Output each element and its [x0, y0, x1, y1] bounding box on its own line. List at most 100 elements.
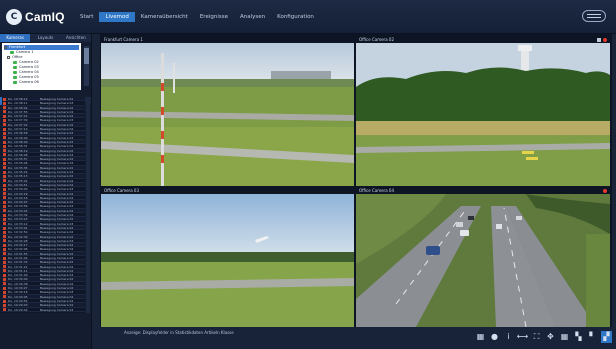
camera-icon [13, 71, 17, 74]
folder-icon [4, 46, 7, 49]
grid-icon[interactable]: ▦ [475, 331, 486, 343]
menu-item-kameraübersicht[interactable]: Kameraübersicht [135, 12, 194, 22]
logo-mark-icon: C [6, 9, 22, 25]
alarm-flag-icon [3, 278, 6, 282]
tab-kameras[interactable]: Kameras [0, 34, 31, 42]
event-time: Do, 10:33:34 [8, 213, 28, 218]
event-name: Bewegung Camera 03 [40, 152, 74, 157]
tab-layouts[interactable]: Layouts [30, 34, 61, 42]
camera-title: Office Camera 02 [356, 37, 610, 43]
quad-view-icon[interactable]: ▞ [601, 331, 612, 343]
event-name: Bewegung Camera 02 [40, 208, 74, 213]
main-menu: Start Livemod Kameraübersicht Ereignisse Ana… [74, 12, 320, 22]
camera-icon [13, 61, 17, 64]
event-time: Do, 10:30:05 [8, 294, 28, 299]
camera-view-3[interactable]: Office Camera 03 [101, 188, 354, 327]
tree-scrollbar-thumb[interactable] [84, 48, 89, 64]
single-view-icon[interactable]: ▘ [587, 331, 598, 343]
tab-ansichten[interactable]: Ansichten [60, 34, 91, 42]
top-bar: C CamIQ Start Livemod Kameraübersicht Ereig… [0, 0, 616, 34]
camera-view-4[interactable]: Office Camera 04 [356, 188, 610, 327]
event-list-scrollbar[interactable] [86, 97, 90, 313]
alarm-flag-icon [3, 123, 6, 127]
fullscreen-icon[interactable]: ⛶ [531, 331, 542, 343]
split-icon[interactable]: ▚ [573, 331, 584, 343]
event-time: Do, 10:33:45 [8, 208, 28, 213]
event-time: Do, 10:32:06 [8, 247, 28, 252]
tree-item[interactable]: Camera 06 [4, 80, 79, 85]
menu-item-start[interactable]: Start [74, 12, 99, 22]
alarm-flag-icon [3, 170, 6, 174]
event-name: Bewegung Camera 02 [40, 243, 74, 248]
alarm-flag-icon [3, 273, 6, 277]
event-time: Do, 10:32:39 [8, 234, 28, 239]
event-name: Bewegung Camera 02 [40, 294, 74, 299]
menu-item-ereignisse[interactable]: Ereignisse [194, 12, 234, 22]
event-row[interactable]: Do, 10:29:32 Bewegung Camera 03 [2, 308, 85, 312]
camera-view-2[interactable]: Office Camera 02 [356, 37, 610, 186]
record-icon[interactable]: ● [489, 331, 500, 343]
info-icon[interactable]: i [503, 331, 514, 343]
event-name: Bewegung Camera 04 [40, 213, 74, 218]
alarm-flag-icon [3, 192, 6, 196]
layout-icon[interactable]: ▦ [559, 331, 570, 343]
alarm-flag-icon [3, 299, 6, 303]
event-time: Do, 10:31:11 [8, 268, 28, 273]
alarm-flag-icon [3, 174, 6, 178]
event-name: Bewegung Camera 02 [40, 277, 74, 282]
alarm-flag-icon [3, 256, 6, 260]
event-name: Bewegung Camera 02 [40, 148, 74, 153]
event-name: Bewegung Camera 02 [40, 260, 74, 265]
event-list[interactable]: Do, 10:38:14 Bewegung Camera 02 Do, 10:38:… [2, 97, 85, 313]
alarm-icon[interactable] [603, 189, 607, 193]
camera-icon [13, 66, 17, 69]
menu-item-livemod[interactable]: Livemod [99, 12, 135, 22]
event-time: Do, 10:35:46 [8, 161, 28, 166]
event-time: Do, 10:30:38 [8, 281, 28, 286]
camera-icon [13, 81, 17, 84]
event-time: Do, 10:29:54 [8, 298, 28, 303]
alarm-flag-icon [3, 226, 6, 230]
timeline-icon[interactable]: ⟷ [517, 331, 528, 343]
camera-3-image [101, 194, 354, 327]
camera-view-1[interactable]: Frankfurt Camera 1 [101, 37, 354, 186]
event-name: Bewegung Camera 04 [40, 127, 74, 132]
alarm-flag-icon [3, 308, 6, 312]
menu-item-konfiguration[interactable]: Konfiguration [271, 12, 320, 22]
ptz-icon[interactable]: ✥ [545, 331, 556, 343]
alarm-flag-icon [3, 162, 6, 166]
alarm-flag-icon [3, 114, 6, 118]
camera-tree[interactable]: Frankfurt Camera 1 Office Camera 02 Camera 0… [2, 43, 81, 90]
alarm-flag-icon [3, 295, 6, 299]
alarm-flag-icon [3, 140, 6, 144]
alarm-flag-icon [3, 243, 6, 247]
event-name: Bewegung Camera 03 [40, 238, 74, 243]
left-tabs: Kameras Layouts Ansichten [0, 34, 91, 42]
alarm-flag-icon [3, 97, 6, 101]
alarm-flag-icon [3, 213, 6, 217]
alarm-flag-icon [3, 303, 6, 307]
alarm-flag-icon [3, 252, 6, 256]
event-name: Bewegung Camera 04 [40, 264, 74, 269]
video-grid: Frankfurt Camera 1 Office Camera 02 Offi… [100, 34, 612, 327]
alarm-flag-icon [3, 200, 6, 204]
alarm-flag-icon [3, 260, 6, 264]
event-name: Bewegung Camera 02 [40, 286, 74, 291]
alarm-flag-icon [3, 136, 6, 140]
tree-scrollbar[interactable] [84, 46, 89, 86]
camera-title: Office Camera 03 [101, 188, 354, 194]
alarm-flag-icon [3, 127, 6, 131]
event-name: Bewegung Camera 02 [40, 105, 74, 110]
event-name: Bewegung Camera 02 [40, 182, 74, 187]
event-name: Bewegung Camera 03 [40, 273, 74, 278]
camera-settings-icon[interactable] [597, 38, 601, 42]
event-time: Do, 10:33:12 [8, 221, 28, 226]
menu-item-analysen[interactable]: Analysen [234, 12, 271, 22]
alarm-flag-icon [3, 196, 6, 200]
alarm-icon[interactable] [603, 38, 607, 42]
camera-1-image [101, 43, 354, 186]
alarm-flag-icon [3, 187, 6, 191]
alarm-flag-icon [3, 209, 6, 213]
event-name: Bewegung Camera 02 [40, 303, 74, 308]
event-time: Do, 10:35:02 [8, 178, 28, 183]
